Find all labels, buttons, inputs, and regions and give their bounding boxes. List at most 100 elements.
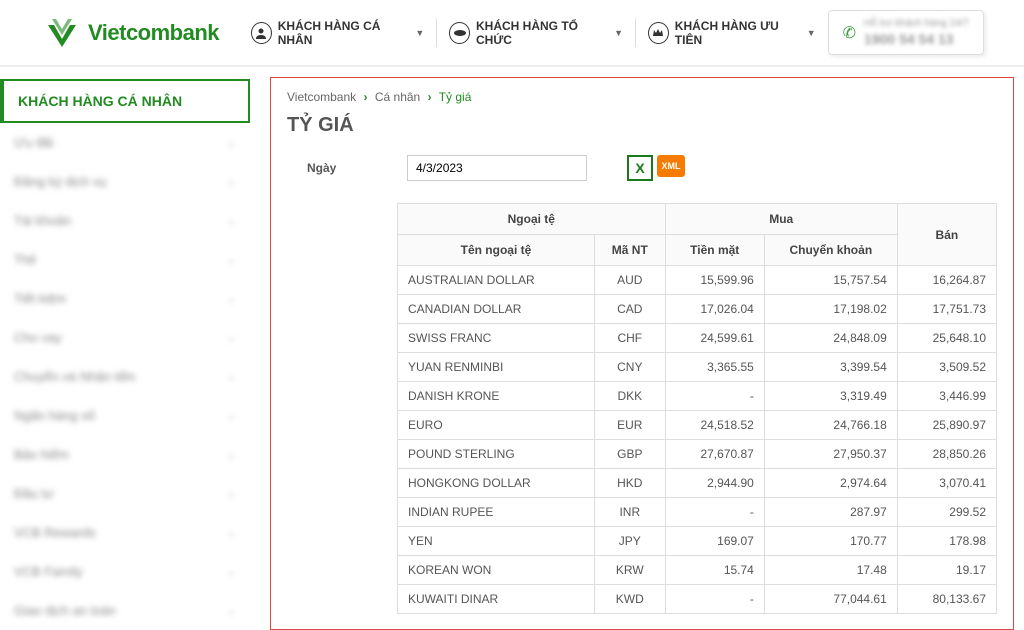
- phone-text: Hỗ trợ khách hàng 24/7 1900 54 54 13: [864, 17, 969, 48]
- sidebar-item-label: Thẻ: [14, 252, 36, 267]
- main: KHÁCH HÀNG CÁ NHÂN Ưu đãi⌄Đăng ký dịch v…: [0, 67, 1024, 630]
- buy-cash: 15.74: [665, 556, 764, 585]
- sell: 25,648.10: [897, 324, 996, 353]
- page-title: TỶ GIÁ: [287, 114, 997, 137]
- header: Vietcombank KHÁCH HÀNG CÁ NHÂN ▼ KHÁCH H…: [0, 0, 1024, 67]
- buy-cash: -: [665, 382, 764, 411]
- phone-box[interactable]: ✆ Hỗ trợ khách hàng 24/7 1900 54 54 13: [828, 10, 984, 55]
- table-row: POUND STERLINGGBP27,670.8727,950.3728,85…: [398, 440, 997, 469]
- sidebar: KHÁCH HÀNG CÁ NHÂN Ưu đãi⌄Đăng ký dịch v…: [0, 67, 250, 630]
- sell: 28,850.26: [897, 440, 996, 469]
- logo-text: Vietcombank: [88, 20, 219, 46]
- breadcrumb-item[interactable]: Cá nhân: [375, 90, 420, 104]
- sell: 3,509.52: [897, 353, 996, 382]
- date-input[interactable]: [407, 155, 587, 181]
- sidebar-item[interactable]: Chuyển và Nhận tiền⌄: [0, 357, 250, 396]
- currency-name: YEN: [398, 527, 595, 556]
- sidebar-item[interactable]: Tài khoản⌄: [0, 201, 250, 240]
- sidebar-item[interactable]: Thẻ ⌄: [0, 240, 250, 279]
- export-xml-button[interactable]: XML: [657, 155, 685, 177]
- table-row: AUSTRALIAN DOLLARAUD15,599.9615,757.5416…: [398, 266, 997, 295]
- th-ban: Bán: [897, 204, 996, 266]
- buy-transfer: 77,044.61: [764, 585, 897, 614]
- chevron-down-icon: ▼: [807, 28, 816, 38]
- sidebar-item[interactable]: Tiết kiệm ⌄: [0, 279, 250, 318]
- logo-icon: [40, 11, 84, 55]
- table-row: KUWAITI DINARKWD-77,044.6180,133.67: [398, 585, 997, 614]
- sell: 299.52: [897, 498, 996, 527]
- logo[interactable]: Vietcombank: [40, 11, 219, 55]
- sidebar-item-label: Ưu đãi: [14, 135, 53, 150]
- chevron-down-icon: ⌄: [227, 175, 236, 188]
- sell: 3,446.99: [897, 382, 996, 411]
- buy-cash: 3,365.55: [665, 353, 764, 382]
- currency-code: JPY: [594, 527, 665, 556]
- buy-transfer: 15,757.54: [764, 266, 897, 295]
- sidebar-item[interactable]: Bảo hiểm⌄: [0, 435, 250, 474]
- table-row: SWISS FRANCCHF24,599.6124,848.0925,648.1…: [398, 324, 997, 353]
- chevron-down-icon: ⌄: [227, 292, 236, 305]
- currency-name: AUSTRALIAN DOLLAR: [398, 266, 595, 295]
- chevron-down-icon: ⌄: [227, 487, 236, 500]
- currency-code: CAD: [594, 295, 665, 324]
- currency-code: KRW: [594, 556, 665, 585]
- chevron-down-icon: ⌄: [227, 370, 236, 383]
- nav-personal[interactable]: KHÁCH HÀNG CÁ NHÂN ▼: [239, 19, 436, 47]
- buy-cash: 15,599.96: [665, 266, 764, 295]
- chevron-down-icon: ⌄: [227, 136, 236, 149]
- chevron-down-icon: ▼: [415, 28, 424, 38]
- sidebar-item-label: VCB Family: [14, 564, 83, 579]
- sell: 178.98: [897, 527, 996, 556]
- chevron-down-icon: ▼: [614, 28, 623, 38]
- chevron-down-icon: ⌄: [227, 331, 236, 344]
- sidebar-item[interactable]: Đăng ký dịch vụ ⌄: [0, 162, 250, 201]
- chevron-down-icon: ⌄: [227, 253, 236, 266]
- table-row: CANADIAN DOLLARCAD17,026.0417,198.0217,7…: [398, 295, 997, 324]
- buy-cash: 24,599.61: [665, 324, 764, 353]
- table-row: YUAN RENMINBICNY3,365.553,399.543,509.52: [398, 353, 997, 382]
- sidebar-item-label: Đăng ký dịch vụ: [14, 174, 107, 189]
- buy-transfer: 27,950.37: [764, 440, 897, 469]
- breadcrumb: Vietcombank › Cá nhân › Tỷ giá: [287, 90, 997, 104]
- sidebar-active[interactable]: KHÁCH HÀNG CÁ NHÂN: [0, 79, 250, 123]
- currency-code: AUD: [594, 266, 665, 295]
- nav-corporate[interactable]: KHÁCH HÀNG TỔ CHỨC ▼: [436, 19, 635, 47]
- buy-cash: 17,026.04: [665, 295, 764, 324]
- table-row: YENJPY169.07170.77178.98: [398, 527, 997, 556]
- chevron-down-icon: ⌄: [227, 565, 236, 578]
- buy-transfer: 3,319.49: [764, 382, 897, 411]
- currency-name: INDIAN RUPEE: [398, 498, 595, 527]
- th-ten: Tên ngoại tệ: [398, 235, 595, 266]
- sidebar-item[interactable]: Cho vay⌄: [0, 318, 250, 357]
- nav-priority[interactable]: KHÁCH HÀNG ƯU TIÊN ▼: [635, 19, 828, 47]
- rate-table: Ngoại tệ Mua Bán Tên ngoại tệ Mã NT Tiền…: [397, 203, 997, 614]
- currency-name: POUND STERLING: [398, 440, 595, 469]
- table-row: EUROEUR24,518.5224,766.1825,890.97: [398, 411, 997, 440]
- export-excel-button[interactable]: X: [627, 155, 653, 181]
- sidebar-item[interactable]: Ưu đãi ⌄: [0, 123, 250, 162]
- currency-name: CANADIAN DOLLAR: [398, 295, 595, 324]
- sidebar-item[interactable]: Giao dịch an toàn⌄: [0, 591, 250, 630]
- buy-transfer: 24,848.09: [764, 324, 897, 353]
- buy-cash: -: [665, 498, 764, 527]
- chevron-down-icon: ⌄: [227, 448, 236, 461]
- buy-transfer: 24,766.18: [764, 411, 897, 440]
- content: Vietcombank › Cá nhân › Tỷ giá TỶ GIÁ Ng…: [270, 77, 1014, 630]
- buy-transfer: 17.48: [764, 556, 897, 585]
- currency-name: KUWAITI DINAR: [398, 585, 595, 614]
- nav-label: KHÁCH HÀNG TỔ CHỨC: [476, 19, 608, 47]
- sidebar-item[interactable]: VCB Rewards⌄: [0, 513, 250, 552]
- currency-code: CNY: [594, 353, 665, 382]
- sidebar-item[interactable]: Đầu tư ⌄: [0, 474, 250, 513]
- sidebar-item[interactable]: VCB Family ⌄: [0, 552, 250, 591]
- sidebar-item[interactable]: Ngân hàng số⌄: [0, 396, 250, 435]
- th-chuyen-khoan: Chuyển khoản: [764, 235, 897, 266]
- sidebar-item-label: Tiết kiệm: [14, 291, 66, 306]
- buy-cash: 169.07: [665, 527, 764, 556]
- nav-label: KHÁCH HÀNG ƯU TIÊN: [675, 19, 801, 47]
- sidebar-item-label: Giao dịch an toàn: [14, 603, 116, 618]
- currency-name: YUAN RENMINBI: [398, 353, 595, 382]
- sidebar-item-label: Đầu tư: [14, 486, 54, 501]
- breadcrumb-item[interactable]: Vietcombank: [287, 90, 356, 104]
- top-nav: KHÁCH HÀNG CÁ NHÂN ▼ KHÁCH HÀNG TỔ CHỨC …: [239, 19, 828, 47]
